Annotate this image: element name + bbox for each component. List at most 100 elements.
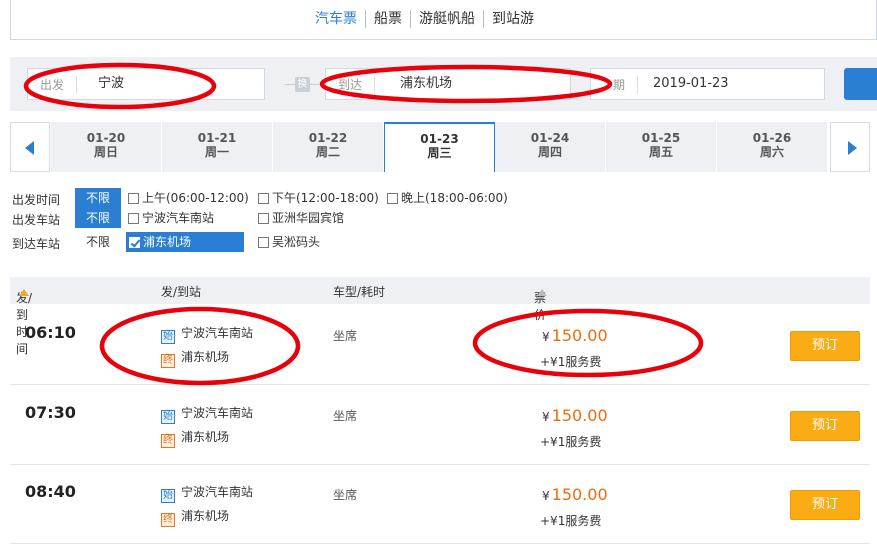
day-tab[interactable]: 01-22 周二 bbox=[273, 122, 384, 172]
start-tag-icon: 始 bbox=[161, 330, 175, 344]
book-button[interactable]: 预订 bbox=[790, 411, 860, 441]
from-station-name: 宁波汽车南站 bbox=[181, 326, 254, 340]
day-tab[interactable]: 01-20 周日 bbox=[51, 122, 162, 172]
tab-ferry-tickets[interactable]: 船票 bbox=[366, 10, 411, 28]
ticket-price: ¥150.00 bbox=[542, 326, 608, 345]
filter-arrive-station: 到达车站 不限 浦东机场 吴淞码头 bbox=[12, 232, 872, 252]
tab-bus-tickets[interactable]: 汽车票 bbox=[307, 10, 366, 28]
checkbox-icon bbox=[128, 213, 139, 224]
table-row: 08:40 始宁波汽车南站终浦东机场 坐席 ¥150.00 +¥1服务费 预订 bbox=[10, 464, 870, 544]
search-button[interactable] bbox=[844, 68, 877, 100]
filter-option-afternoon[interactable]: 下午(12:00-18:00) bbox=[258, 188, 379, 208]
from-station: 始宁波汽车南站 bbox=[161, 406, 253, 424]
header-seat-duration: 车型/耗时 bbox=[333, 285, 386, 299]
sort-up-icon bbox=[537, 289, 547, 296]
day-tab[interactable]: 01-25 周五 bbox=[606, 122, 717, 172]
ticket-price: ¥150.00 bbox=[542, 406, 608, 425]
price-value: 150.00 bbox=[551, 485, 608, 504]
filter-label: 出发车站 bbox=[12, 213, 61, 227]
day-date: 01-24 bbox=[530, 131, 570, 145]
day-weekday: 周一 bbox=[204, 145, 229, 159]
date-field[interactable]: 期 bbox=[590, 68, 825, 100]
day-date: 01-23 bbox=[420, 132, 459, 146]
day-tab[interactable]: 01-24 周四 bbox=[495, 122, 606, 172]
filter-all-depart-station[interactable]: 不限 bbox=[75, 208, 121, 228]
currency-symbol: ¥ bbox=[542, 410, 550, 424]
from-input[interactable] bbox=[98, 69, 258, 99]
day-tab[interactable]: 01-26 周六 bbox=[717, 122, 828, 172]
tab-destination-tours[interactable]: 到站游 bbox=[484, 10, 542, 28]
top-navigation: 汽车票 船票 游艇帆船 到站游 bbox=[10, 0, 877, 40]
search-bar: 出发 换 到达 期 bbox=[10, 57, 877, 111]
service-fee: +¥1服务费 bbox=[540, 514, 602, 528]
end-tag-icon: 终 bbox=[161, 434, 175, 448]
arrow-right-icon bbox=[848, 141, 857, 155]
next-week-button[interactable] bbox=[830, 122, 870, 172]
day-weekday: 周三 bbox=[427, 146, 452, 160]
filter-option-morning[interactable]: 上午(06:00-12:00) bbox=[128, 188, 249, 208]
sort-up-icon bbox=[19, 289, 29, 296]
checkbox-icon bbox=[258, 193, 269, 204]
day-date: 01-21 bbox=[197, 131, 237, 145]
header-stations: 发/到站 bbox=[161, 285, 202, 299]
date-selector: 01-20 周日 01-21 周一 01-22 周二 01-23 周三 01-24 周四 01-25… bbox=[10, 122, 877, 172]
filter-option-label: 下午(12:00-18:00) bbox=[272, 191, 379, 205]
depart-time: 07:30 bbox=[25, 403, 76, 422]
currency-symbol: ¥ bbox=[542, 489, 550, 503]
to-label: 到达 bbox=[326, 76, 376, 94]
day-weekday: 周四 bbox=[537, 145, 562, 159]
day-weekday: 周二 bbox=[315, 145, 340, 159]
from-station: 始宁波汽车南站 bbox=[161, 485, 253, 503]
day-weekday: 周日 bbox=[93, 145, 118, 159]
filter-option-pudong-airport[interactable]: 浦东机场 bbox=[126, 232, 244, 252]
end-tag-icon: 终 bbox=[161, 513, 175, 527]
from-station-name: 宁波汽车南站 bbox=[181, 485, 254, 499]
date-label: 期 bbox=[591, 76, 639, 94]
day-date: 01-20 bbox=[86, 131, 126, 145]
checkbox-icon bbox=[258, 213, 269, 224]
checkbox-icon bbox=[387, 193, 398, 204]
filter-option-evening[interactable]: 晚上(18:00-06:00) bbox=[387, 188, 508, 208]
filter-option-label: 晚上(18:00-06:00) bbox=[401, 191, 508, 205]
checkbox-icon bbox=[258, 237, 269, 248]
day-date: 01-25 bbox=[641, 131, 681, 145]
prev-week-button[interactable] bbox=[10, 122, 50, 172]
depart-time: 06:10 bbox=[25, 323, 76, 342]
book-button[interactable]: 预订 bbox=[790, 490, 860, 520]
filter-option-wusong-pier[interactable]: 吴淞码头 bbox=[258, 232, 320, 252]
book-button[interactable]: 预订 bbox=[790, 331, 860, 361]
service-fee: +¥1服务费 bbox=[540, 355, 602, 369]
filter-all-depart-time[interactable]: 不限 bbox=[75, 188, 121, 208]
day-list: 01-20 周日 01-21 周一 01-22 周二 01-23 周三 01-24 周四 01-25… bbox=[51, 122, 829, 172]
table-row: 07:30 始宁波汽车南站终浦东机场 坐席 ¥150.00 +¥1服务费 预订 bbox=[10, 385, 870, 465]
from-station: 始宁波汽车南站 bbox=[161, 326, 253, 344]
from-station-name: 宁波汽车南站 bbox=[181, 406, 254, 420]
tab-yacht[interactable]: 游艇帆船 bbox=[411, 10, 484, 28]
filter-option-asia-garden-hotel[interactable]: 亚洲华园宾馆 bbox=[258, 208, 344, 228]
price-value: 150.00 bbox=[551, 406, 608, 425]
day-weekday: 周六 bbox=[759, 145, 784, 159]
checkbox-icon bbox=[128, 193, 139, 204]
start-tag-icon: 始 bbox=[161, 410, 175, 424]
date-input[interactable] bbox=[653, 69, 813, 99]
to-station-name: 浦东机场 bbox=[181, 350, 230, 364]
filter-all-arrive-station[interactable]: 不限 bbox=[75, 232, 121, 252]
day-tab[interactable]: 01-23 周三 bbox=[384, 122, 495, 172]
filter-option-label: 吴淞码头 bbox=[272, 235, 321, 249]
day-date: 01-22 bbox=[308, 131, 348, 145]
filter-option-label: 浦东机场 bbox=[143, 235, 192, 249]
swap-button[interactable]: 换 bbox=[285, 76, 319, 94]
filter-depart-station: 出发车站 不限 宁波汽车南站 亚洲华园宾馆 bbox=[12, 208, 872, 228]
to-input[interactable] bbox=[400, 69, 565, 99]
swap-icon: 换 bbox=[295, 77, 310, 92]
currency-symbol: ¥ bbox=[542, 330, 550, 344]
arrow-left-icon bbox=[25, 141, 34, 155]
filter-depart-time: 出发时间 不限 上午(06:00-12:00) 下午(12:00-18:00) … bbox=[12, 188, 872, 208]
filter-option-label: 亚洲华园宾馆 bbox=[272, 211, 345, 225]
filter-label: 出发时间 bbox=[12, 193, 61, 207]
to-field[interactable]: 到达 bbox=[325, 68, 571, 100]
from-field[interactable]: 出发 bbox=[27, 68, 265, 100]
day-tab[interactable]: 01-21 周一 bbox=[162, 122, 273, 172]
filter-option-ningbo-south[interactable]: 宁波汽车南站 bbox=[128, 208, 214, 228]
service-fee: +¥1服务费 bbox=[540, 435, 602, 449]
